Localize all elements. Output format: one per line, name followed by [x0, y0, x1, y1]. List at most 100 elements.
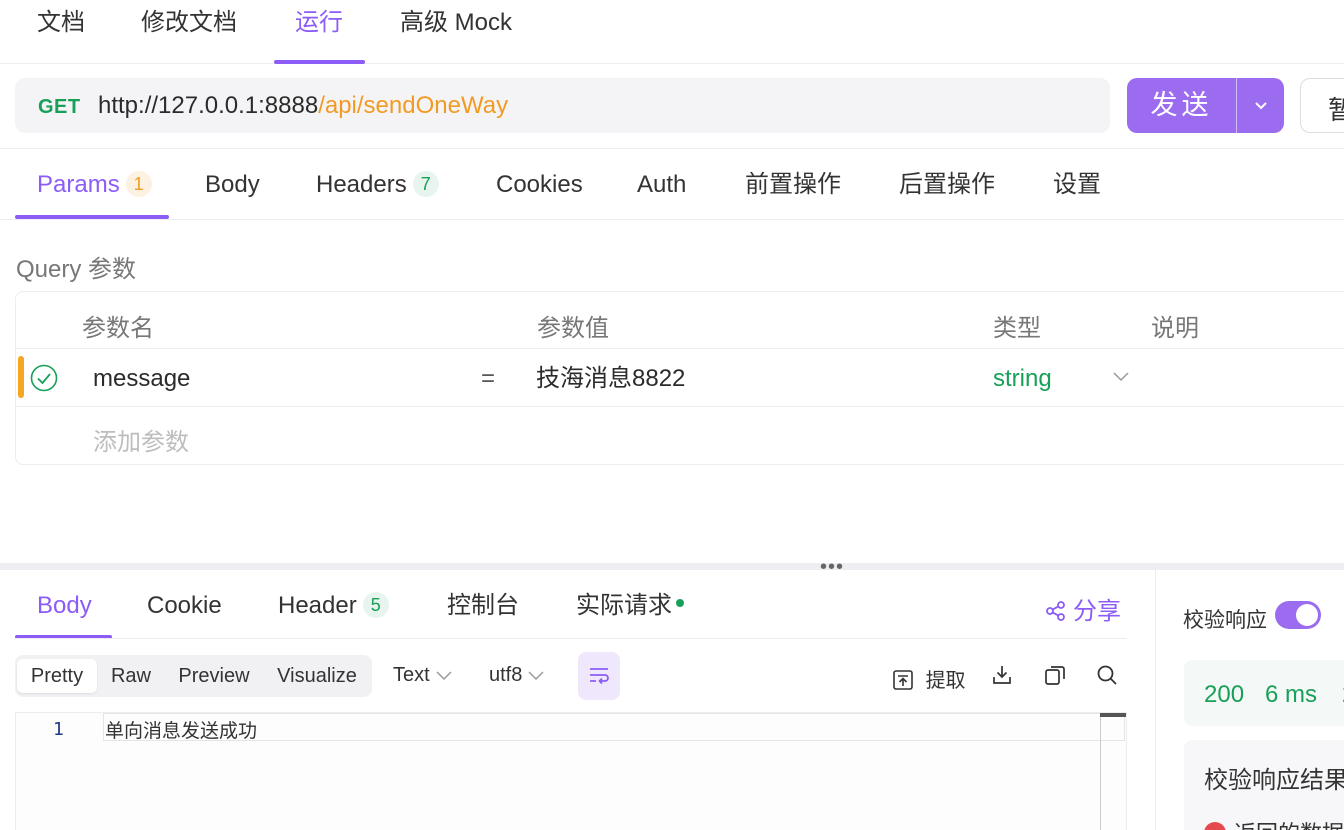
response-tab-actual-request-label: 实际请求: [576, 592, 672, 619]
encoding-select[interactable]: utf8: [489, 664, 544, 687]
tab-settings[interactable]: 设置: [1053, 170, 1101, 200]
format-select-value: Text: [393, 664, 430, 686]
tab-headers[interactable]: Headers 7: [316, 170, 439, 200]
editor-scrollbar[interactable]: [1100, 713, 1101, 830]
validate-response-toggle[interactable]: [1275, 601, 1321, 629]
validation-result-box: 校验响应结果 返回的数据: [1184, 740, 1344, 830]
response-tab-cookie[interactable]: Cookie: [147, 591, 222, 621]
view-mode-switch: Pretty Raw Preview Visualize: [15, 655, 372, 697]
validation-error: 返回的数据: [1204, 816, 1344, 830]
view-pretty[interactable]: Pretty: [17, 659, 97, 693]
active-tab-indicator: [274, 60, 365, 64]
error-icon: [1204, 822, 1226, 830]
send-label: 发送: [1150, 90, 1213, 120]
word-wrap-button[interactable]: [578, 652, 620, 700]
row-divider: [16, 406, 1344, 407]
view-visualize[interactable]: Visualize: [267, 659, 367, 693]
response-stats: 200 6 ms 2: [1184, 660, 1344, 726]
chevron-down-icon[interactable]: [1237, 78, 1284, 133]
response-time: 6 ms: [1265, 681, 1318, 708]
response-body-text: 单向消息发送成功: [105, 720, 258, 742]
line-number: 1: [53, 719, 64, 740]
tab-cookies[interactable]: Cookies: [496, 170, 583, 200]
extract-icon: [893, 670, 913, 690]
headers-count-badge: 7: [412, 171, 439, 197]
check-circle-icon[interactable]: [30, 364, 58, 392]
divider: [15, 638, 1127, 639]
response-tab-header[interactable]: Header 5: [278, 591, 389, 621]
view-raw[interactable]: Raw: [101, 659, 161, 693]
params-count-badge: 1: [125, 171, 152, 197]
divider: [0, 148, 1344, 149]
extract-label: 提取: [925, 670, 966, 692]
tab-pre-operations[interactable]: 前置操作: [745, 170, 841, 200]
response-tab-console[interactable]: 控制台: [447, 591, 519, 621]
url-path: /api/sendOneWay: [318, 92, 509, 119]
tab-edit-docs[interactable]: 修改文档: [141, 8, 237, 38]
panel-splitter[interactable]: [0, 563, 1344, 570]
top-tab-bar: 文档 修改文档 运行 高级 Mock: [0, 0, 1344, 64]
divider: [0, 219, 1344, 220]
equals-sign: =: [481, 365, 496, 392]
url-bar[interactable]: GET http://127.0.0.1:8888/api/sendOneWay: [15, 78, 1110, 133]
tab-params[interactable]: Params 1: [37, 170, 152, 200]
save-button[interactable]: 暂: [1300, 78, 1344, 133]
header-count-badge: 5: [362, 592, 389, 618]
response-tab-actual-request[interactable]: 实际请求: [576, 591, 684, 621]
share-icon: [1046, 601, 1065, 621]
search-icon: [1097, 665, 1117, 685]
send-button[interactable]: 发送: [1127, 78, 1284, 133]
scrollbar-thumb[interactable]: [1100, 713, 1126, 717]
param-type-select[interactable]: string: [993, 364, 1052, 394]
view-preview[interactable]: Preview: [167, 659, 261, 693]
validation-panel: 校验响应 200 6 ms 2 校验响应结果 返回的数据: [1155, 570, 1344, 830]
tab-headers-label: Headers: [316, 171, 407, 198]
row-drag-handle[interactable]: [18, 356, 24, 398]
status-dot: [676, 599, 684, 607]
save-label: 暂: [1328, 95, 1344, 125]
column-header-name: 参数名: [82, 315, 154, 342]
extract-button[interactable]: 提取: [892, 664, 966, 693]
http-method[interactable]: GET: [38, 96, 81, 119]
tab-params-label: Params: [37, 171, 120, 198]
share-button[interactable]: 分享: [1045, 591, 1121, 626]
word-wrap-icon: [590, 668, 609, 685]
add-param-input[interactable]: 添加参数: [93, 422, 189, 457]
param-name-field[interactable]: message: [93, 364, 190, 394]
column-header-type: 类型: [993, 315, 1041, 342]
param-value-field[interactable]: 技海消息8822: [536, 364, 685, 394]
url-input[interactable]: http://127.0.0.1:8888/api/sendOneWay: [98, 91, 508, 121]
drag-handle-icon[interactable]: •••: [820, 556, 844, 579]
tab-advanced-mock[interactable]: 高级 Mock: [400, 8, 512, 38]
copy-icon: [1045, 666, 1065, 685]
response-tab-body[interactable]: Body: [37, 591, 92, 621]
column-header-value: 参数值: [537, 315, 609, 342]
tab-post-operations[interactable]: 后置操作: [899, 170, 995, 200]
tab-docs[interactable]: 文档: [37, 8, 85, 38]
tab-auth[interactable]: Auth: [637, 170, 686, 200]
encoding-select-value: utf8: [489, 664, 523, 686]
params-table: 参数名 参数值 类型 说明 message = 技海消息8822 string …: [15, 291, 1344, 465]
validate-response-label: 校验响应: [1183, 609, 1267, 632]
query-params-label: Query 参数: [16, 256, 137, 283]
status-code: 200: [1204, 681, 1245, 708]
copy-button[interactable]: [1044, 664, 1066, 688]
chevron-down-icon: [436, 671, 452, 681]
format-select[interactable]: Text: [393, 664, 452, 687]
tab-run[interactable]: 运行: [295, 8, 343, 38]
chevron-down-icon[interactable]: [1111, 366, 1131, 386]
download-button[interactable]: [991, 664, 1013, 688]
url-base: http://127.0.0.1:8888: [98, 92, 319, 119]
row-divider: [16, 348, 1344, 349]
response-editor[interactable]: 1 单向消息发送成功: [15, 712, 1127, 830]
tab-body[interactable]: Body: [205, 170, 260, 200]
toggle-knob: [1296, 604, 1318, 626]
validation-error-text: 返回的数据: [1234, 821, 1344, 830]
column-header-description: 说明: [1151, 315, 1199, 342]
validation-result-title: 校验响应结果: [1204, 767, 1344, 794]
share-label: 分享: [1073, 598, 1121, 625]
download-icon: [993, 666, 1011, 684]
response-tab-header-label: Header: [278, 592, 357, 619]
search-button[interactable]: [1096, 664, 1118, 688]
chevron-down-icon: [528, 671, 544, 681]
